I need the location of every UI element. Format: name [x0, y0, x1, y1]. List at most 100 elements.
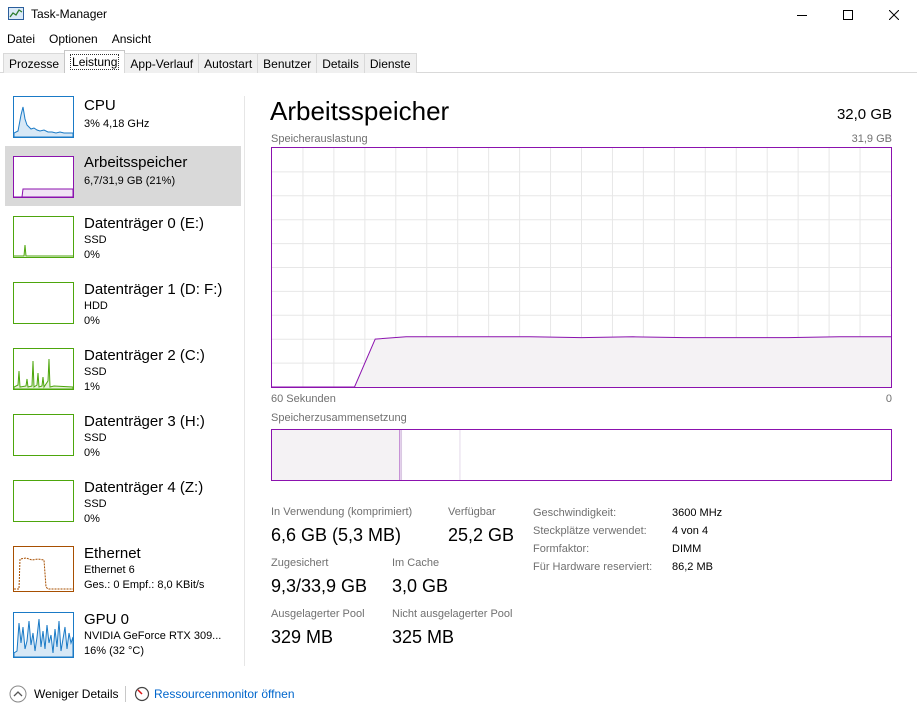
sidebar-item-label: Ethernet — [84, 545, 141, 562]
sidebar-item-detail: 0% — [84, 315, 100, 327]
tab-startup[interactable]: Autostart — [198, 53, 259, 73]
composition-label: Speicherzusammensetzung — [271, 412, 407, 424]
menu-bar: Datei Optionen Ansicht — [0, 29, 917, 49]
footer: Weniger Details Ressourcenmonitor öffnen — [0, 680, 917, 708]
memory-usage-chart — [271, 147, 892, 388]
time-axis-left: 60 Sekunden — [271, 393, 336, 405]
slots-label: Steckplätze verwendet: — [533, 525, 647, 537]
disk-4-thumbnail — [13, 480, 74, 522]
speed-value: 3600 MHz — [672, 507, 723, 519]
sidebar-item-detail: 1% — [84, 381, 100, 393]
disk-1-thumbnail — [13, 282, 74, 324]
page-title: Arbeitsspeicher — [270, 96, 450, 126]
sidebar-item-disk-3[interactable]: Datenträger 3 (H:) SSD 0% — [5, 413, 241, 474]
total-memory: 32,0 GB — [836, 106, 892, 123]
sidebar-item-label: Datenträger 3 (H:) — [84, 413, 205, 430]
footer-separator — [125, 686, 126, 702]
nonpaged-pool-value: 325 MB — [392, 627, 455, 647]
tab-details[interactable]: Details — [316, 53, 365, 73]
sidebar-item-gpu-0[interactable]: GPU 0 NVIDIA GeForce RTX 309... 16% (32 … — [5, 611, 241, 672]
sidebar-item-adapter: Ethernet 6 — [84, 564, 135, 576]
cached-value: 3,0 GB — [392, 576, 449, 596]
committed-label: Zugesichert — [271, 557, 329, 569]
paged-pool-value: 329 MB — [271, 627, 334, 647]
disk-3-thumbnail — [13, 414, 74, 456]
disk-2-thumbnail — [13, 348, 74, 390]
composition-free — [460, 430, 891, 480]
minimize-button[interactable] — [779, 0, 825, 29]
sidebar-item-detail: 3% 4,18 GHz — [84, 118, 150, 130]
hardware-reserved-value: 86,2 MB — [672, 561, 713, 573]
form-factor-label: Formfaktor: — [533, 543, 590, 555]
maximize-icon — [843, 9, 853, 20]
cached-label: Im Cache — [392, 557, 440, 569]
ethernet-thumbnail — [13, 546, 74, 592]
sidebar-item-detail: 6,7/31,9 GB (21%) — [84, 175, 176, 187]
menu-file[interactable]: Datei — [0, 29, 42, 49]
slots-value: 4 von 4 — [672, 525, 709, 537]
in-use-label: In Verwendung (komprimiert) — [271, 506, 413, 518]
sidebar-item-label: Datenträger 4 (Z:) — [84, 479, 204, 496]
menu-view[interactable]: Ansicht — [105, 29, 158, 49]
sidebar-item-label: CPU — [84, 97, 116, 114]
available-label: Verfügbar — [448, 506, 496, 518]
performance-sidebar: CPU 3% 4,18 GHz Arbeitsspeicher 6,7/31,9… — [0, 74, 244, 668]
maximize-button[interactable] — [825, 0, 871, 29]
tab-app-history[interactable]: App-Verlauf — [124, 53, 200, 73]
sidebar-item-label: Datenträger 0 (E:) — [84, 215, 205, 232]
time-axis-right: 0 — [885, 393, 892, 405]
usage-graph-label: Speicherauslastung — [271, 133, 368, 145]
disk-0-thumbnail — [13, 216, 74, 258]
sidebar-item-disk-1[interactable]: Datenträger 1 (D: F:) HDD 0% — [5, 281, 241, 342]
memory-composition-bar — [271, 429, 892, 481]
hardware-reserved-label: Für Hardware reserviert: — [533, 561, 653, 573]
sidebar-item-detail: 0% — [84, 447, 100, 459]
tab-users[interactable]: Benutzer — [257, 53, 318, 73]
sidebar-item-label: Datenträger 2 (C:) — [84, 347, 205, 364]
in-use-value: 6,6 GB (5,3 MB) — [271, 525, 402, 545]
memory-usage-svg — [272, 148, 891, 388]
sidebar-item-label: Arbeitsspeicher — [84, 154, 188, 171]
sidebar-item-detail: 0% — [84, 513, 100, 525]
sidebar-item-label: GPU 0 — [84, 611, 130, 628]
sidebar-item-type: SSD — [84, 234, 107, 246]
task-manager-icon — [8, 7, 24, 20]
tab-bar: Prozesse Leistung App-Verlauf Autostart … — [0, 49, 917, 73]
tab-processes[interactable]: Prozesse — [3, 53, 66, 73]
sidebar-item-memory[interactable]: Arbeitsspeicher 6,7/31,9 GB (21%) — [5, 146, 241, 206]
fewer-details-button[interactable]: Weniger Details — [34, 687, 118, 701]
sidebar-item-type: HDD — [84, 300, 108, 312]
menu-options[interactable]: Optionen — [42, 29, 105, 49]
sidebar-item-detail: 0% — [84, 249, 100, 261]
sidebar-item-detail: 16% (32 °C) — [84, 645, 145, 657]
title-bar: Task-Manager — [0, 0, 917, 29]
memory-panel: Arbeitsspeicher 32,0 GB Speicherauslastu… — [270, 90, 892, 670]
sidebar-item-gpu-model: NVIDIA GeForce RTX 309... — [84, 630, 222, 642]
sidebar-item-detail: Ges.: 0 Empf.: 8,0 KBit/s — [84, 579, 205, 591]
paged-pool-label: Ausgelagerter Pool — [271, 608, 365, 620]
speed-label: Geschwindigkeit: — [533, 507, 617, 519]
sidebar-item-type: SSD — [84, 366, 107, 378]
memory-thumbnail — [13, 156, 74, 198]
composition-standby — [402, 430, 461, 480]
window-title: Task-Manager — [31, 7, 108, 21]
sidebar-item-disk-0[interactable]: Datenträger 0 (E:) SSD 0% — [5, 215, 241, 276]
resource-monitor-icon — [134, 686, 150, 702]
tab-services[interactable]: Dienste — [363, 53, 417, 73]
sidebar-divider — [244, 96, 245, 666]
form-factor-value: DIMM — [672, 543, 702, 555]
sidebar-item-ethernet[interactable]: Ethernet Ethernet 6 Ges.: 0 Empf.: 8,0 K… — [5, 545, 241, 606]
sidebar-item-disk-4[interactable]: Datenträger 4 (Z:) SSD 0% — [5, 479, 241, 540]
close-icon — [889, 9, 899, 20]
chevron-up-icon[interactable] — [9, 685, 27, 703]
usage-graph-max: 31,9 GB — [851, 133, 892, 145]
available-value: 25,2 GB — [448, 525, 515, 545]
tab-performance[interactable]: Leistung — [64, 50, 126, 73]
close-button[interactable] — [871, 0, 917, 29]
nonpaged-pool-label: Nicht ausgelagerter Pool — [392, 608, 513, 620]
sidebar-item-disk-2[interactable]: Datenträger 2 (C:) SSD 1% — [5, 347, 241, 408]
open-resource-monitor-link[interactable]: Ressourcenmonitor öffnen — [154, 687, 295, 701]
composition-in-use — [272, 430, 401, 480]
sidebar-item-type: SSD — [84, 432, 107, 444]
sidebar-item-label: Datenträger 1 (D: F:) — [84, 281, 223, 298]
